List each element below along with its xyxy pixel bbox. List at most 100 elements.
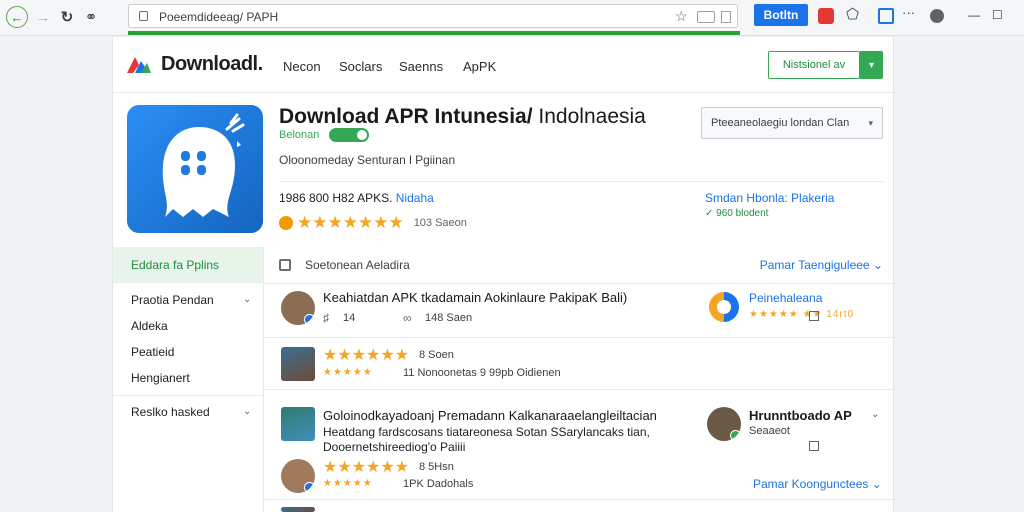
app-size: 1986 800 H82 APKS. — [279, 191, 393, 205]
list-header-link[interactable]: Pamar Taengiguleee ⌄ — [760, 258, 883, 272]
row-side-stars: ★★★★★ ★★ 14rt0 — [749, 309, 855, 320]
row-meta: 1PK Dadohals — [403, 478, 474, 490]
page-load-progress — [128, 31, 740, 35]
row-count-a: 14 — [343, 312, 356, 324]
site-logo-text[interactable]: Downloadl. — [161, 53, 263, 76]
sidebar-divider — [113, 395, 263, 396]
select-label: Pteeaneolaegiu londan Clan — [711, 117, 850, 129]
nav-item-3[interactable]: Saenns — [399, 59, 443, 74]
profile-icon[interactable] — [930, 9, 944, 23]
sidebar: Eddara fa Pplins Praotia Pendan ⌄ Aldeka… — [113, 247, 263, 512]
app-title-main: Download APR Intunesia/ — [279, 105, 533, 128]
link-icon: ∞ — [403, 311, 412, 325]
app-size-line: 1986 800 H82 APKS. Nidaha — [279, 191, 434, 205]
row-count-b: 148 Saen — [425, 312, 473, 324]
row-side-title[interactable]: Hrunntboado AP — [749, 408, 852, 423]
app-meta: Oloonomeday Senturan l Pgiinan — [279, 153, 456, 167]
web-page: Downloadl. Necon Soclars Saenns ApPK Nis… — [112, 37, 895, 512]
rating-stars: ★★★★★★ — [323, 347, 410, 364]
url-text[interactable]: Poeemdideeag/ PAPH — [159, 10, 278, 24]
square-icon — [809, 441, 819, 451]
sidebar-section-2[interactable]: Reslko hasked — [131, 405, 210, 419]
row-divider — [265, 389, 895, 390]
page-background — [895, 37, 1024, 512]
nav-item-4[interactable]: ApPK — [463, 59, 496, 74]
thumbnail[interactable] — [281, 407, 315, 441]
small-stars: ★★★★★ — [323, 478, 373, 489]
window-minimize-icon[interactable]: — — [968, 8, 980, 22]
sidebar-item-4[interactable]: Hengianert — [131, 371, 190, 385]
extension-shape-icon[interactable]: ⬠ — [846, 5, 862, 23]
window-maximize-icon[interactable]: ☐ — [992, 8, 1003, 22]
app-title: Download APR Intunesia/ Indolnaesia — [279, 105, 646, 129]
verified-toggle[interactable] — [329, 128, 369, 142]
avatar[interactable] — [707, 407, 741, 441]
row-more-link[interactable]: Pamar Koongunctees ⌄ — [753, 477, 882, 491]
toolbar-action-button[interactable]: Botltn — [754, 4, 808, 26]
verified-badge-icon — [304, 482, 315, 493]
rating-stars: ★★★★★★ — [323, 459, 410, 476]
square-icon — [809, 311, 819, 321]
rating-count: 103 Saeon — [413, 217, 467, 229]
extension-blue-icon[interactable] — [878, 8, 894, 24]
forward-icon[interactable]: → — [32, 6, 54, 28]
app-sub-label: Belonan — [279, 129, 320, 141]
tab-icon[interactable] — [721, 11, 731, 23]
row-side-title[interactable]: Peinehaleana — [749, 291, 822, 305]
row-divider — [265, 337, 895, 338]
site-header: Downloadl. Necon Soclars Saenns ApPK Nis… — [113, 37, 895, 93]
avatar[interactable] — [281, 291, 315, 325]
side-info-sub: ✓ 960 blodent — [705, 208, 769, 219]
bookmark-star-icon[interactable]: ☆ — [675, 8, 688, 25]
app-icon — [127, 105, 263, 233]
tag-icon: ♯ — [323, 311, 329, 325]
download-version-select[interactable]: Pteeaneolaegiu londan Clan ▾ — [701, 107, 883, 139]
chevron-down-icon[interactable]: ⌄ — [243, 406, 251, 417]
app-size-link[interactable]: Nidaha — [396, 191, 434, 205]
chevron-down-icon[interactable]: ⌄ — [243, 294, 251, 305]
chevron-down-icon: ▾ — [868, 118, 873, 128]
sidebar-item-3[interactable]: Peatieid — [131, 345, 174, 359]
row-divider — [265, 499, 895, 500]
home-icon[interactable]: ⚭ — [80, 6, 102, 28]
reader-icon[interactable] — [697, 11, 715, 23]
nav-item-2[interactable]: Soclars — [339, 59, 382, 74]
row-count: 8 5Hsn — [419, 461, 454, 473]
extension-red-icon[interactable] — [818, 8, 834, 24]
header-action-button[interactable]: Nistsionel av — [768, 51, 860, 79]
row-divider — [265, 283, 895, 284]
browser-toolbar: ← → ↻ ⚭ Poeemdideeag/ PAPH ☆ Botltn ⬠ ··… — [0, 0, 1024, 36]
row-title[interactable]: Goloinodkayadoanj Premadann Kalkanaraael… — [323, 408, 657, 423]
header-dropdown-icon[interactable]: ▾ — [860, 51, 883, 79]
back-icon[interactable]: ← — [6, 6, 28, 28]
verified-badge-icon — [730, 430, 741, 441]
logo-icon — [127, 57, 151, 73]
list-header: Soetonean Aeladira Pamar Taengiguleee ⌄ — [279, 253, 883, 281]
sidebar-item-1[interactable]: Praotia Pendan — [131, 293, 214, 307]
app-ghost-icon — [162, 113, 245, 217]
thumbnail[interactable] — [281, 347, 315, 381]
lock-icon — [139, 11, 148, 21]
list-icon — [279, 259, 291, 271]
divider — [279, 181, 883, 182]
chevron-down-icon[interactable]: ⌄ — [871, 409, 879, 420]
more-icon[interactable]: ··· — [902, 5, 918, 21]
row-title[interactable]: Keahiatdan APK tkadamain Aokinlaure Paki… — [323, 290, 627, 305]
list-header-title: Soetonean Aeladira — [305, 258, 410, 272]
reload-icon[interactable]: ↻ — [56, 6, 78, 28]
verified-badge-icon — [304, 314, 315, 325]
avatar[interactable] — [281, 459, 315, 493]
thumbnail[interactable] — [281, 507, 315, 512]
row-count: 8 Soen — [419, 349, 454, 361]
sidebar-item-2[interactable]: Aldeka — [131, 319, 168, 333]
side-info-link[interactable]: Smdan Hbonla: Plakeria — [705, 191, 834, 205]
address-bar[interactable]: Poeemdideeag/ PAPH ☆ — [128, 4, 738, 28]
pie-icon — [709, 292, 739, 322]
content-divider — [263, 247, 264, 512]
nav-item-1[interactable]: Necon — [283, 59, 321, 74]
row-description-2: Dooernetshireediog'o Paiiii — [323, 440, 466, 454]
small-stars: ★★★★★ — [323, 367, 373, 378]
app-title-tail: Indolnaesia — [538, 105, 646, 128]
sidebar-item-active[interactable]: Eddara fa Pplins — [113, 247, 263, 283]
row-meta: 11 Nonoonetas 9 99pb Oidienen — [403, 367, 561, 379]
